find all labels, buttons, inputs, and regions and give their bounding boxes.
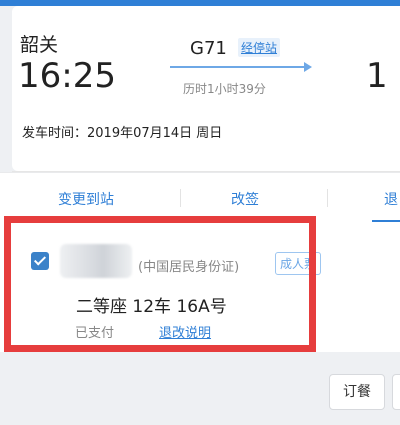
refund-button[interactable]: 退 xyxy=(384,189,398,209)
arrow-right-icon xyxy=(170,62,312,72)
trip-duration: 历时1小时39分 xyxy=(183,82,266,96)
via-stations-link[interactable]: 经停站 xyxy=(238,38,281,57)
train-number: G71 xyxy=(190,38,227,59)
reschedule-button[interactable]: 改签 xyxy=(231,189,259,209)
action-divider xyxy=(327,189,328,207)
partial-button[interactable] xyxy=(392,374,400,410)
change-destination-button[interactable]: 变更到站 xyxy=(58,189,114,209)
departure-time: 16:25 xyxy=(18,56,116,96)
departure-station: 韶关 xyxy=(20,34,59,56)
action-divider xyxy=(180,189,181,207)
highlight-box xyxy=(4,216,316,352)
order-meal-button[interactable]: 订餐 xyxy=(329,374,385,410)
arrival-time: 1 xyxy=(366,56,388,96)
departure-date: 发车时间：2019年07月14日 周日 xyxy=(22,126,223,141)
